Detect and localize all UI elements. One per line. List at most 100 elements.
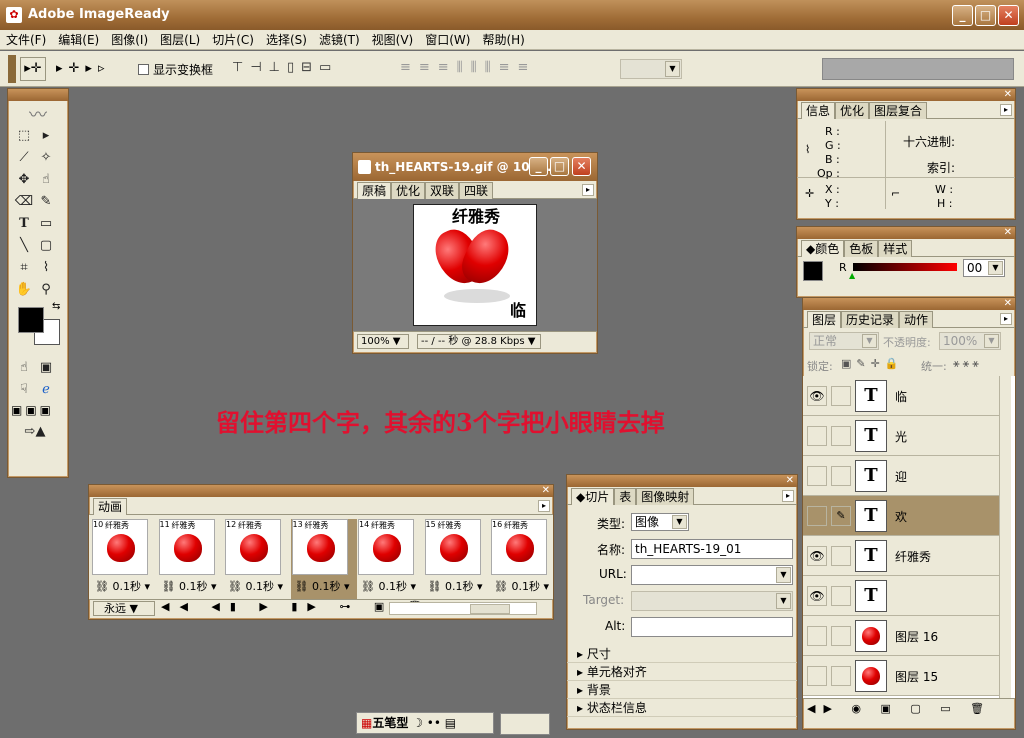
tab-optimize[interactable]: 优化 xyxy=(835,102,870,119)
menu-window[interactable]: 窗口(W) xyxy=(419,30,476,50)
frame-delay[interactable]: ⛓ 0.1秒 ▾ xyxy=(428,579,488,595)
layer-visibility-icon[interactable] xyxy=(807,426,827,446)
eyedropper-icon[interactable]: ⌇ xyxy=(36,258,56,278)
tab-2up[interactable]: 双联 xyxy=(425,182,460,199)
animation-frame[interactable]: 11 纤雅秀 ⛓ 0.1秒 ▾ xyxy=(158,519,224,599)
ime-moon-icon[interactable]: ☽ xyxy=(412,716,423,730)
doc-minimize-button[interactable]: _ xyxy=(529,157,548,176)
frame-delay[interactable]: ⛓ 0.1秒 ▾ xyxy=(361,579,421,595)
hand-tool-icon[interactable]: ✋ xyxy=(14,280,34,300)
frame-scrollbar[interactable] xyxy=(389,602,537,615)
toggle-slice-icon[interactable]: ☝ xyxy=(14,358,34,378)
close-button[interactable]: ✕ xyxy=(998,5,1019,26)
red-value-field[interactable]: 00 ▼ xyxy=(963,259,1005,277)
layer-visibility-icon[interactable]: 👁 xyxy=(807,386,827,406)
swap-colors-icon[interactable]: ⇆ xyxy=(52,301,60,312)
layer-link-icon[interactable] xyxy=(831,386,851,406)
download-time-select[interactable]: -- / -- 秒 @ 28.8 Kbps ▼ xyxy=(417,334,541,349)
layer-row[interactable]: 👁 T xyxy=(803,576,1011,616)
lock-icons[interactable]: ▣✎✛🔒 xyxy=(841,357,904,370)
loop-select[interactable]: 永远 ▼ xyxy=(93,601,155,616)
jump-to-photoshop-icon[interactable]: ⇨▲ xyxy=(14,422,56,442)
slice-select-icon[interactable]: ▸✛ xyxy=(20,57,46,81)
section-background[interactable]: ▸ 背景 xyxy=(567,681,797,699)
rounded-rect-icon[interactable]: ▢ xyxy=(36,236,56,256)
layer-visibility-icon[interactable] xyxy=(807,466,827,486)
brush-tool-icon[interactable]: ✎ xyxy=(36,192,56,212)
animation-frame[interactable]: 13 纤雅秀 ⛓ 0.1秒 ▾ xyxy=(290,519,357,599)
red-slider-track[interactable] xyxy=(853,263,957,271)
section-status-bar[interactable]: ▸ 状态栏信息 xyxy=(567,699,797,717)
layer-link-icon[interactable] xyxy=(831,666,851,686)
hand-select-icon[interactable]: ☝ xyxy=(36,170,56,190)
tab-animation[interactable]: 动画 xyxy=(93,498,128,515)
tab-color[interactable]: ◆颜色 xyxy=(801,240,845,257)
select-tools-group[interactable]: ▸✛▸▹ xyxy=(56,57,134,81)
animation-close-icon[interactable]: ✕ xyxy=(542,485,550,497)
layer-list-scrollbar[interactable] xyxy=(999,376,1011,698)
magic-wand-icon[interactable]: ✧ xyxy=(36,148,56,168)
doc-tabs-menu-icon[interactable]: ▸ xyxy=(582,184,594,196)
doc-maximize-button[interactable]: □ xyxy=(550,157,569,176)
menu-layer[interactable]: 图层(L) xyxy=(154,30,206,50)
section-size[interactable]: ▸ 尺寸 xyxy=(567,645,797,663)
eraser-tool-icon[interactable]: ⌫ xyxy=(14,192,34,212)
doc-close-button[interactable]: ✕ xyxy=(572,157,591,176)
ime-bar[interactable]: ▦五笔型 ☽ •• ▤ xyxy=(356,712,494,734)
animation-frame[interactable]: 10 纤雅秀 ⛓ 0.1秒 ▾ xyxy=(91,519,157,599)
layer-row[interactable]: 图层 16 xyxy=(803,616,1011,656)
layer-link-icon[interactable] xyxy=(831,426,851,446)
slice-menu-icon[interactable]: ▸ xyxy=(782,490,794,502)
browser-preview-icon[interactable]: ℯ xyxy=(36,380,56,400)
layer-visibility-icon[interactable]: 👁 xyxy=(807,586,827,606)
tab-4up[interactable]: 四联 xyxy=(459,182,494,199)
color-fg-swatch[interactable] xyxy=(803,261,823,281)
minimize-button[interactable]: _ xyxy=(952,5,973,26)
menu-view[interactable]: 视图(V) xyxy=(366,30,420,50)
layer-link-icon[interactable]: ✎ xyxy=(831,506,851,526)
slice-select-tool-icon[interactable]: ▸ xyxy=(36,126,56,146)
marquee-tool-icon[interactable]: ⬚ xyxy=(14,126,34,146)
slice-close-icon[interactable]: ✕ xyxy=(786,475,794,487)
canvas-image[interactable]: 纤雅秀 临 xyxy=(413,204,537,326)
rollover-icon[interactable]: ☟ xyxy=(14,380,34,400)
crop-tool-icon[interactable]: ⌗ xyxy=(14,258,34,278)
foreground-color-swatch[interactable] xyxy=(18,307,44,333)
frame-delay[interactable]: ⛓ 0.1秒 ▾ xyxy=(494,579,553,595)
layer-visibility-icon[interactable] xyxy=(807,626,827,646)
animation-frame[interactable]: 12 纤雅秀 ⛓ 0.1秒 ▾ xyxy=(224,519,290,599)
layer-row[interactable]: 👁 T 临 xyxy=(803,376,1011,416)
layers-menu-icon[interactable]: ▸ xyxy=(1000,313,1012,325)
type-select[interactable]: 图像 ▼ xyxy=(631,513,689,531)
alt-field[interactable] xyxy=(631,617,793,637)
red-slider-thumb[interactable]: ▲ xyxy=(849,271,855,280)
layer-visibility-icon[interactable]: 👁 xyxy=(807,546,827,566)
tab-swatches[interactable]: 色板 xyxy=(844,240,879,257)
frame-delay[interactable]: ⛓ 0.1秒 ▾ xyxy=(295,579,355,595)
layer-link-icon[interactable] xyxy=(831,546,851,566)
layer-link-icon[interactable] xyxy=(831,626,851,646)
color-swatches[interactable]: ⇆ xyxy=(8,301,68,351)
info-close-icon[interactable]: ✕ xyxy=(1004,89,1012,101)
zoom-tool-icon[interactable]: ⚲ xyxy=(36,280,56,300)
color-close-icon[interactable]: ✕ xyxy=(1004,227,1012,239)
layers-close-icon[interactable]: ✕ xyxy=(1004,298,1012,310)
show-transform-checkbox[interactable] xyxy=(138,64,149,75)
menu-help[interactable]: 帮助(H) xyxy=(476,30,530,50)
menu-filter[interactable]: 滤镜(T) xyxy=(313,30,366,50)
align-buttons[interactable]: ⊤⊣⊥▯⊟▭ xyxy=(232,60,392,75)
layer-row[interactable]: T迎 xyxy=(803,456,1011,496)
tab-slice[interactable]: ◆切片 xyxy=(571,488,615,505)
layer-link-icon[interactable] xyxy=(831,586,851,606)
url-field[interactable]: ▼ xyxy=(631,565,793,585)
frame-delay[interactable]: ⛓ 0.1秒 ▾ xyxy=(162,579,222,595)
tab-optimized[interactable]: 优化 xyxy=(391,182,426,199)
frame-delay[interactable]: ⛓ 0.1秒 ▾ xyxy=(228,579,288,595)
frame-delay[interactable]: ⛓ 0.1秒 ▾ xyxy=(95,579,155,595)
maximize-button[interactable]: □ xyxy=(975,5,996,26)
animation-frame[interactable]: 16 纤雅秀 ⛓ 0.1秒 ▾ xyxy=(490,519,553,599)
layer-row[interactable]: 图层 15 xyxy=(803,656,1011,696)
name-field[interactable]: th_HEARTS-19_01 xyxy=(631,539,793,559)
line-tool-icon[interactable]: ╲ xyxy=(14,236,34,256)
zoom-select[interactable]: 100% ▼ xyxy=(357,334,409,349)
